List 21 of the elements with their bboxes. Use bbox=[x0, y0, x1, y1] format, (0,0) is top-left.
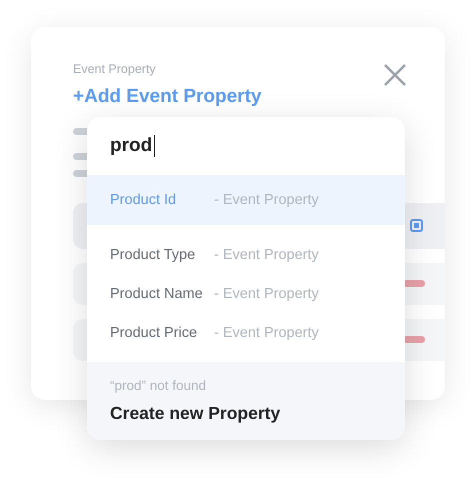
tag-bar bbox=[403, 336, 425, 343]
option-type: - Event Property bbox=[214, 286, 319, 302]
option-name: Product Type bbox=[110, 246, 196, 262]
option-item[interactable]: Product Type - Event Property bbox=[87, 235, 405, 274]
not-found-message: “prod” not found bbox=[110, 378, 206, 393]
search-field[interactable]: prod bbox=[110, 135, 153, 157]
option-item[interactable]: Product Price - Event Property bbox=[87, 313, 405, 352]
option-name: Product Name bbox=[110, 286, 204, 302]
section-label: Event Property bbox=[73, 62, 156, 76]
option-type: - Event Property bbox=[214, 324, 319, 340]
option-item[interactable]: Product Name - Event Property bbox=[87, 274, 405, 313]
checkbox[interactable] bbox=[410, 219, 423, 232]
option-name: Product Id bbox=[110, 192, 178, 208]
tag-bar bbox=[403, 280, 425, 287]
text-cursor bbox=[154, 135, 156, 157]
option-type: - Event Property bbox=[214, 246, 319, 262]
option-name: Product Price bbox=[110, 324, 198, 340]
create-button[interactable]: Create new Property bbox=[110, 403, 280, 424]
option-type: - Event Property bbox=[214, 192, 319, 208]
add-link[interactable]: +Add Event Property bbox=[73, 86, 262, 108]
close-icon[interactable] bbox=[383, 63, 407, 87]
